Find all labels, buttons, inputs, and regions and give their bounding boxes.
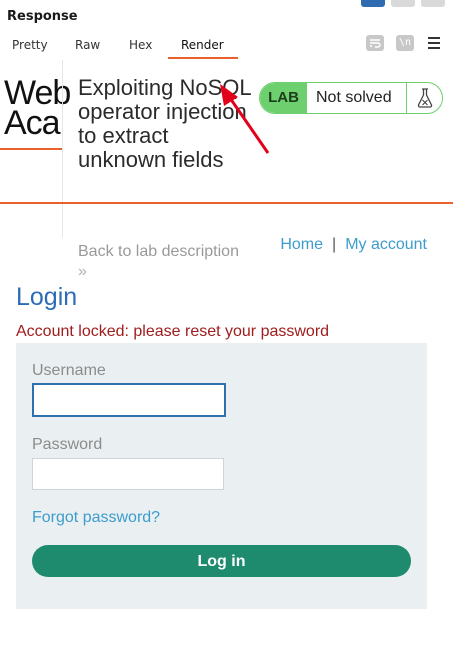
lab-status-text: Not solved xyxy=(316,89,392,106)
lab-title: Exploiting NoSQL operator injection to e… xyxy=(78,75,251,172)
tab-render[interactable]: Render xyxy=(181,38,224,52)
forgot-password-link[interactable]: Forgot password? xyxy=(32,509,160,527)
lab-badge-label: LAB xyxy=(260,83,307,113)
nav-home-link[interactable]: Home xyxy=(280,236,323,253)
username-field[interactable] xyxy=(32,383,226,417)
render-view: Web Aca Exploiting NoSQL operator inject… xyxy=(0,60,453,665)
vertical-layout-icon[interactable] xyxy=(421,0,445,7)
tab-pretty[interactable]: Pretty xyxy=(12,38,48,52)
response-panel-title: Response xyxy=(7,9,78,24)
error-message: Account locked: please reset your passwo… xyxy=(16,323,330,340)
password-field[interactable] xyxy=(32,458,224,490)
top-nav: Home | My account xyxy=(280,236,427,254)
chevron-right-icon: » xyxy=(78,263,87,280)
wrap-lines-icon[interactable] xyxy=(366,35,384,51)
nav-my-account-link[interactable]: My account xyxy=(345,236,427,253)
username-label: Username xyxy=(32,362,106,379)
academy-logo[interactable]: Web Aca xyxy=(4,76,71,142)
active-tab-indicator xyxy=(168,57,238,59)
layout-toggle-group[interactable] xyxy=(361,0,445,7)
back-to-lab-link[interactable]: Back to lab description xyxy=(78,243,239,261)
flask-icon xyxy=(406,83,442,113)
page-title: Login xyxy=(16,283,78,311)
logo-underline xyxy=(0,148,62,150)
password-label: Password xyxy=(32,436,103,453)
login-button[interactable]: Log in xyxy=(32,545,411,577)
horizontal-layout-icon[interactable] xyxy=(391,0,415,7)
tab-hex[interactable]: Hex xyxy=(129,38,152,52)
split-layout-icon[interactable] xyxy=(361,0,385,7)
lab-status-badge: LAB Not solved xyxy=(259,82,443,114)
header-orange-rule xyxy=(0,202,453,204)
response-view-tabs: Pretty Raw Hex Render xyxy=(0,34,453,59)
login-form: Username Password Forgot password? Log i… xyxy=(16,343,427,609)
header-divider xyxy=(62,60,63,238)
tab-raw[interactable]: Raw xyxy=(75,38,100,52)
logo-text-line2: Aca xyxy=(4,104,61,142)
nav-separator: | xyxy=(332,236,337,253)
newline-icon[interactable]: \n xyxy=(396,35,414,51)
menu-icon[interactable] xyxy=(428,37,440,49)
